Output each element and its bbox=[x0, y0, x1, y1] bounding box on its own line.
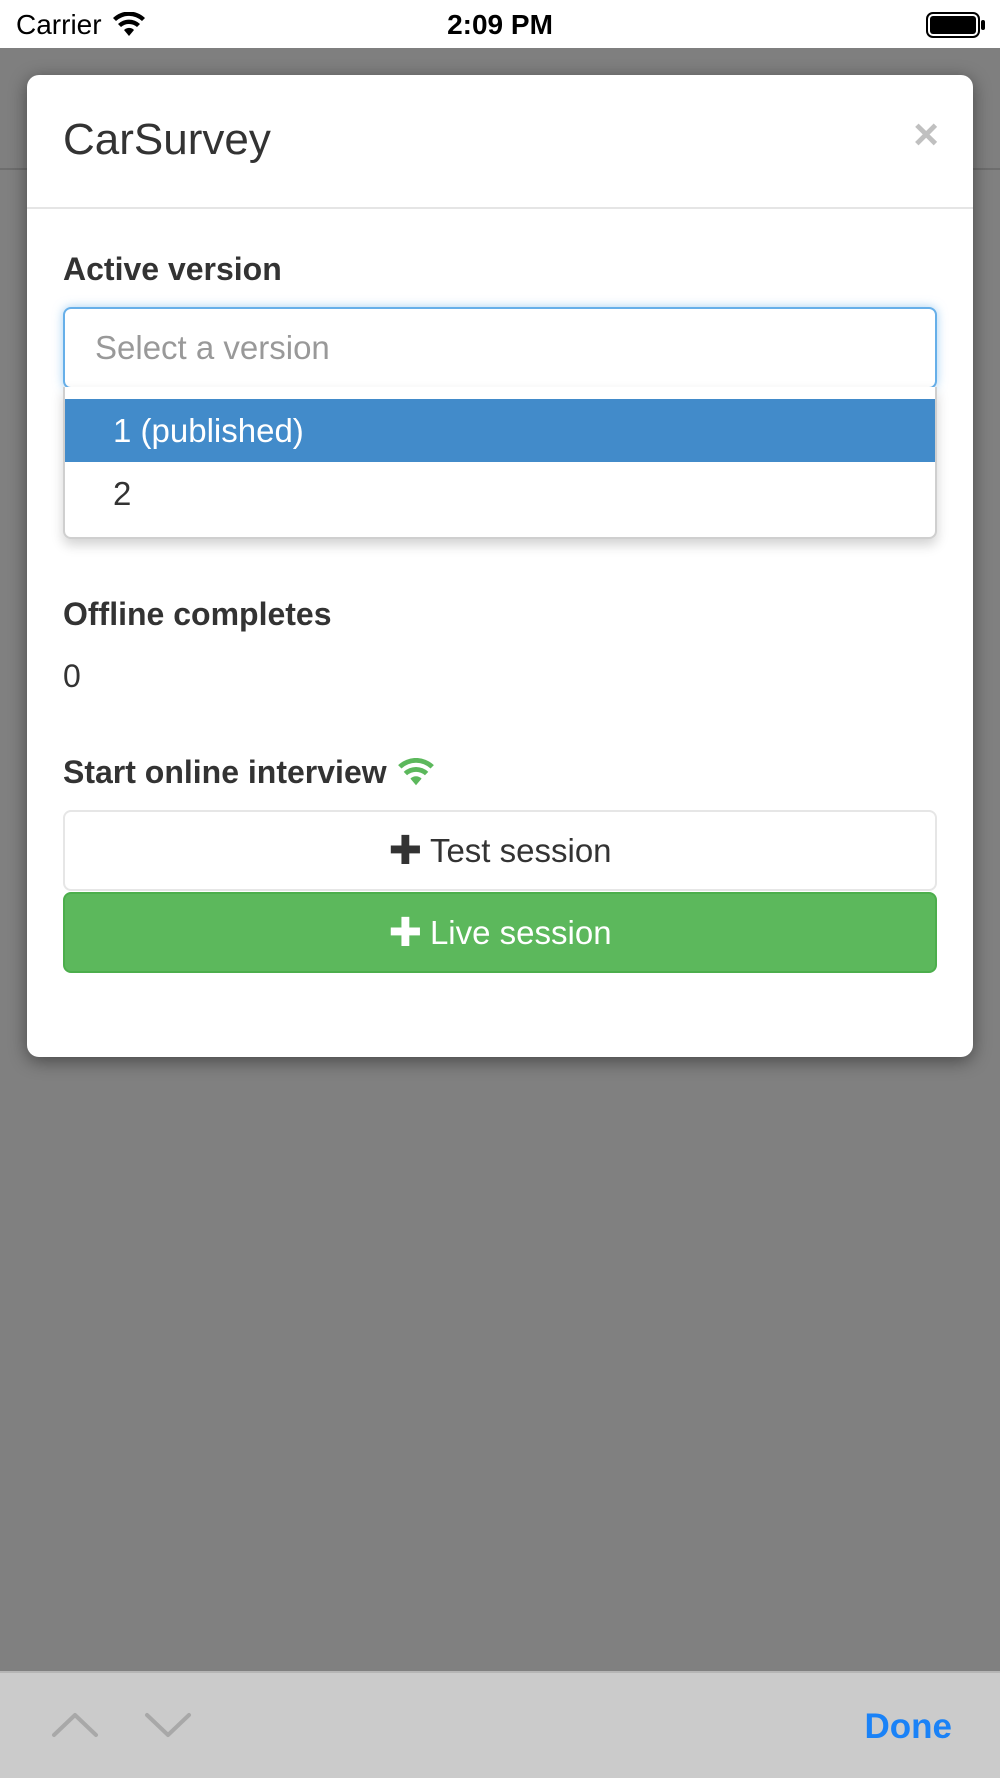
live-session-button[interactable]: ✚ Live session bbox=[63, 892, 937, 973]
battery-icon bbox=[926, 12, 985, 38]
online-interview-heading: Start online interview bbox=[63, 754, 435, 791]
offline-completes-value: 0 bbox=[63, 658, 81, 694]
plus-icon: ✚ bbox=[388, 828, 422, 873]
version-option-2[interactable]: 2 bbox=[65, 462, 935, 525]
modal-header: CarSurvey × bbox=[27, 75, 973, 209]
live-session-label: Live session bbox=[429, 913, 612, 951]
done-button[interactable]: Done bbox=[865, 1707, 953, 1747]
test-session-label: Test session bbox=[429, 831, 612, 869]
active-version-label: Active version bbox=[63, 251, 282, 287]
keyboard-accessory-bar: Done bbox=[0, 1671, 1000, 1778]
version-select[interactable]: Select a version bbox=[63, 307, 937, 389]
test-session-button[interactable]: ✚ Test session bbox=[63, 810, 937, 891]
version-option-1[interactable]: 1 (published) bbox=[65, 399, 935, 462]
modal-title: CarSurvey bbox=[63, 115, 271, 164]
version-dropdown: 1 (published) 2 bbox=[63, 387, 937, 539]
plus-icon: ✚ bbox=[388, 910, 422, 955]
offline-completes-label: Offline completes bbox=[63, 596, 332, 632]
close-button[interactable]: × bbox=[913, 113, 939, 157]
chevron-down-icon[interactable] bbox=[143, 1705, 193, 1745]
survey-modal: CarSurvey × Active version Select a vers… bbox=[27, 75, 973, 1057]
online-interview-label: Start online interview bbox=[63, 754, 387, 790]
wifi-icon bbox=[397, 757, 434, 785]
status-bar: Carrier 2:09 PM bbox=[0, 0, 1000, 48]
status-time: 2:09 PM bbox=[447, 9, 553, 40]
chevron-up-icon[interactable] bbox=[50, 1705, 100, 1745]
version-select-placeholder: Select a version bbox=[95, 329, 330, 366]
